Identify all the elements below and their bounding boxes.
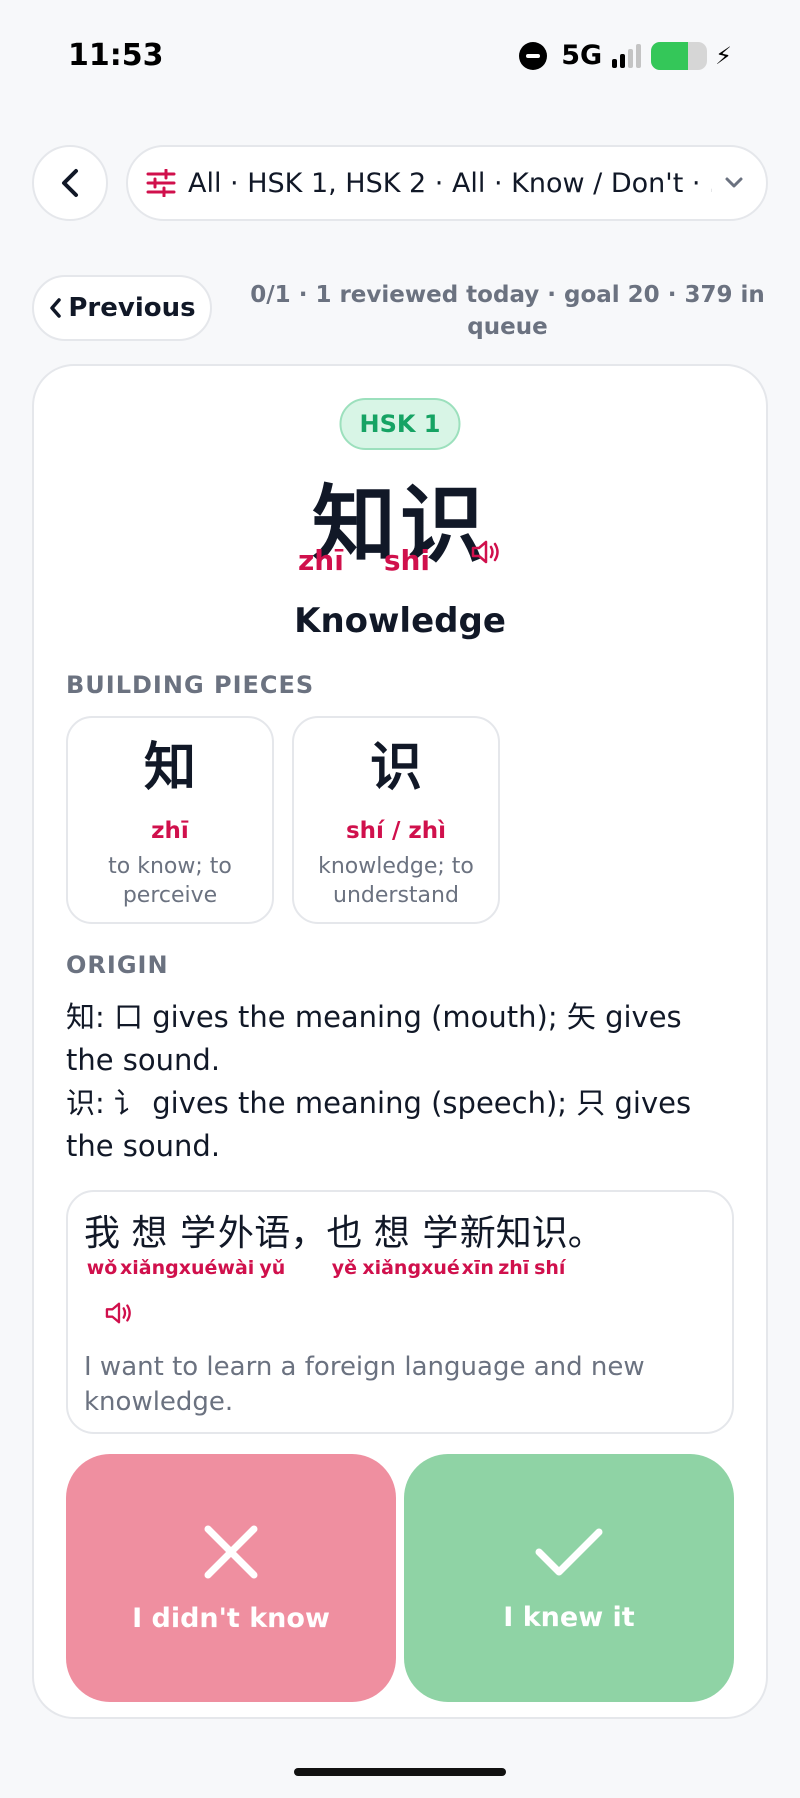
token-pinyin: xué [421, 1257, 460, 1279]
previous-button[interactable]: Previous [32, 275, 212, 341]
example-token: 知 zhī [496, 1212, 532, 1280]
check-icon [535, 1528, 603, 1575]
battery-icon [651, 41, 708, 70]
home-indicator [294, 1768, 506, 1776]
token-hanzi: ， [290, 1213, 327, 1254]
progress-text: 0/1 · 1 reviewed today · goal 20 · 379 i… [250, 282, 765, 340]
piece-pinyin: zhī [151, 818, 189, 844]
example-sentence: 我 wǒ 想 xiǎng 学 xué 外 wài 语 yǔ，也 yě 想 xiǎng 学 xué 新 xīn 知 z… [66, 1190, 734, 1434]
play-sentence-audio-button[interactable] [104, 1300, 134, 1330]
top-toolbar: All · HSK 1, HSK 2 · All · Know / Don't … [32, 145, 768, 221]
example-token: 学 xué [421, 1212, 460, 1280]
battery-fill [651, 41, 688, 70]
token-pinyin: zhī [498, 1257, 530, 1279]
word-meaning: Knowledge [294, 601, 506, 641]
charging-icon: ⚡ [715, 41, 732, 70]
token-hanzi: 想 [131, 1213, 168, 1254]
building-pieces-heading: BUILDING PIECES [66, 671, 315, 699]
previous-label: Previous [68, 293, 196, 323]
token-hanzi: 新 [459, 1213, 496, 1254]
pinyin-syllable: shi [383, 544, 431, 577]
token-hanzi: 外 [217, 1213, 254, 1254]
piece-meaning: to know; to perceive [108, 854, 232, 908]
piece-char: 识 [369, 738, 422, 798]
token-pinyin: yě [331, 1257, 357, 1279]
origin-line: 识: 讠 gives the meaning (speech); 只 gives… [66, 1086, 692, 1163]
example-token: 想 xiǎng [362, 1212, 421, 1280]
example-token: 外 wài [217, 1212, 254, 1280]
knew-it-label: I knew it [503, 1601, 635, 1633]
token-hanzi: 也 [326, 1213, 363, 1254]
flashcard: HSK 1 知识 zhī shi Knowledge BUILDING PIEC… [32, 364, 768, 1719]
token-pinyin: xué [178, 1257, 218, 1279]
token-pinyin: xiǎng [362, 1257, 422, 1279]
word-pinyin: zhī shi [298, 544, 430, 577]
origin-heading: ORIGIN [66, 951, 169, 979]
network-label: 5G [561, 40, 603, 71]
token-pinyin: yǔ [259, 1257, 286, 1279]
token-hanzi: 想 [373, 1213, 410, 1254]
example-translation: I want to learn a foreign language and n… [84, 1352, 645, 1417]
token-pinyin: shí [534, 1257, 566, 1279]
example-token: 新 xīn [460, 1212, 496, 1280]
filter-dropdown[interactable]: All · HSK 1, HSK 2 · All · Know / Don't … [126, 145, 768, 221]
example-token: 识 shí [532, 1212, 568, 1280]
origin-line: 知: 口 gives the meaning (mouth); 矢 gives … [66, 1000, 682, 1077]
example-token: 我 wǒ [84, 1212, 120, 1280]
token-hanzi: 学 [180, 1213, 217, 1254]
token-hanzi: 知 [495, 1213, 532, 1254]
token-hanzi: 学 [422, 1213, 459, 1254]
do-not-disturb-icon [519, 41, 548, 70]
back-button[interactable] [32, 145, 108, 221]
example-token: 语 yǔ [254, 1212, 290, 1280]
origin-text: 知: 口 gives the meaning (mouth); 矢 gives … [66, 996, 726, 1168]
hsk-level-badge: HSK 1 [339, 398, 461, 450]
x-icon [204, 1525, 258, 1578]
example-token: 也 yě [326, 1212, 362, 1280]
chevron-down-icon [725, 177, 743, 188]
status-bar: 11:53 5G ⚡ [0, 0, 800, 120]
speaker-icon [471, 540, 499, 564]
token-pinyin: wǒ [86, 1257, 118, 1279]
piece-card[interactable]: 知 zhī to know; to perceive [66, 716, 274, 924]
chevron-left-icon [50, 298, 62, 318]
token-hanzi: 我 [84, 1213, 121, 1254]
example-token: 学 xué [179, 1212, 218, 1280]
token-pinyin: wài [217, 1257, 255, 1279]
speaker-icon [105, 1302, 131, 1324]
token-pinyin: xiǎng [120, 1257, 179, 1279]
filter-summary: All · HSK 1, HSK 2 · All · Know / Don't … [188, 167, 712, 199]
token-hanzi: 语 [254, 1213, 291, 1254]
status-time: 11:53 [68, 38, 164, 73]
sliders-icon [146, 169, 176, 197]
didnt-know-button[interactable]: I didn't know [66, 1454, 396, 1702]
piece-char: 知 [143, 738, 196, 798]
piece-pinyin: shí / zhì [345, 818, 446, 844]
token-hanzi: 识 [531, 1213, 568, 1254]
knew-it-button[interactable]: I knew it [404, 1454, 734, 1702]
signal-icon [612, 43, 642, 68]
play-word-audio-button[interactable] [470, 538, 502, 570]
didnt-know-label: I didn't know [132, 1602, 330, 1634]
piece-meaning: knowledge; to understand [318, 854, 474, 908]
example-token: 。 [568, 1212, 604, 1280]
example-tokens: 我 wǒ 想 xiǎng 学 xué 外 wài 语 yǔ，也 yě 想 xiǎng 学 xué 新 xīn 知 z… [84, 1212, 604, 1280]
example-token: 想 xiǎng [120, 1212, 179, 1280]
example-token: ， [290, 1212, 326, 1280]
piece-card[interactable]: 识 shí / zhì knowledge; to understand [292, 716, 500, 924]
status-icons: 5G ⚡ [519, 40, 732, 71]
chevron-left-icon [62, 169, 78, 197]
pinyin-syllable: zhī [298, 544, 344, 577]
token-hanzi: 。 [567, 1213, 604, 1254]
building-pieces: 知 zhī to know; to perceive 识 shí / zhì k… [66, 716, 500, 924]
review-navigation: Previous 0/1 · 1 reviewed today · goal 2… [32, 275, 768, 345]
token-pinyin: xīn [461, 1257, 494, 1279]
